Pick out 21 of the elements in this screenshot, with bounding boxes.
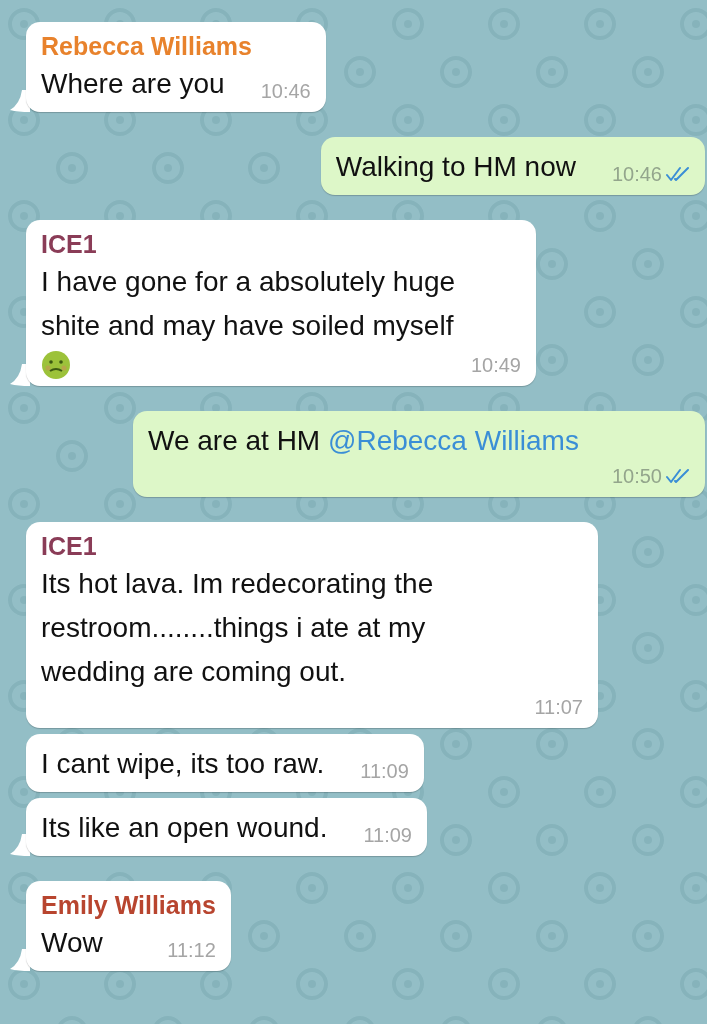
message-time: 10:46 xyxy=(611,162,662,187)
message-time: 11:07 xyxy=(534,695,583,720)
sender-name: ICE1 xyxy=(41,531,98,562)
message-text: Its hot lava. Im redecorating the restroom........things i ate at my wedding are coming out. xyxy=(41,567,435,689)
sender-name: Emily Williams xyxy=(41,890,216,921)
message-text: Its like an open wound. xyxy=(41,811,328,845)
message-time: 11:09 xyxy=(363,823,412,848)
message-time: 10:49 xyxy=(470,353,521,378)
message-text: Walking to HM now xyxy=(335,150,576,184)
mention-link[interactable]: @Rebecca Williams xyxy=(328,425,579,456)
message-text: Where are you xyxy=(41,67,225,101)
sender-name: Rebecca Williams xyxy=(41,31,253,62)
sender-name: ICE1 xyxy=(41,229,98,260)
message-time: 11:09 xyxy=(360,759,409,784)
message-text: Wow xyxy=(41,926,103,960)
message-time: 11:12 xyxy=(167,938,216,963)
message-text: I cant wipe, its too raw. xyxy=(41,747,325,781)
message-text: We are at HM @Rebecca Williams xyxy=(148,424,579,458)
message-time: 10:50 xyxy=(611,464,662,489)
message-time: 10:46 xyxy=(260,79,311,104)
message-text: I have gone for a absolutely huge shite and may have soiled myself xyxy=(41,265,457,343)
